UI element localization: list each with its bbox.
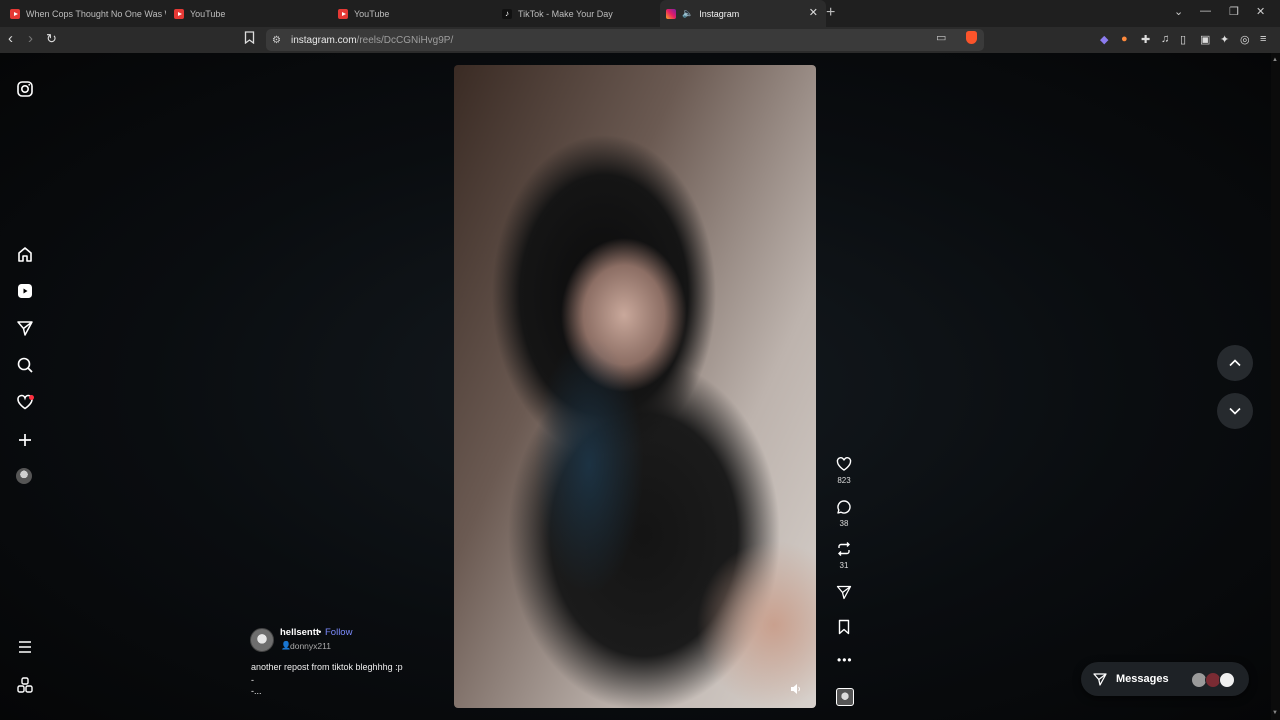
menu-icon[interactable]: ≡ [1260, 33, 1266, 45]
tab-title: When Cops Thought No One Was W [26, 8, 166, 19]
bookmark-icon[interactable] [244, 31, 255, 48]
like-heart-icon[interactable] [836, 456, 852, 472]
more-menu-icon[interactable] [16, 638, 34, 656]
author-avatar[interactable] [250, 628, 274, 652]
reel-caption: another repost from tiktok bleghhhg :p [251, 662, 403, 672]
notification-dot [29, 395, 34, 400]
instagram-icon [666, 8, 676, 19]
create-plus-icon[interactable] [16, 431, 34, 449]
direct-messages-icon[interactable] [16, 319, 34, 337]
messages-label: Messages [1116, 673, 1169, 685]
message-avatar [1219, 672, 1235, 688]
messages-button[interactable]: Messages [1081, 662, 1249, 696]
reel-video[interactable] [454, 65, 816, 708]
tab-title: TikTok - Make Your Day [518, 8, 613, 19]
home-icon[interactable] [16, 245, 34, 263]
wallet-icon[interactable]: ▣ [1200, 33, 1210, 46]
back-button[interactable]: ‹ [8, 31, 13, 47]
site-info-icon[interactable]: ⚙ [272, 35, 281, 46]
direct-messages-icon [1093, 673, 1107, 686]
tab-search-icon[interactable]: ⌄ [1174, 5, 1183, 18]
tab-youtube-2[interactable]: YouTube [332, 0, 488, 27]
tab-title: Instagram [699, 8, 740, 19]
youtube-icon [10, 8, 20, 19]
original-audio-thumbnail[interactable] [836, 688, 854, 706]
extension-icon-2[interactable]: ● [1121, 33, 1128, 45]
brave-shields-icon[interactable] [966, 31, 977, 44]
instagram-logo-icon[interactable] [16, 80, 34, 98]
leo-ai-icon[interactable]: ✦ [1220, 33, 1229, 46]
separator-dot: • [318, 627, 322, 638]
scroll-down-arrow-icon[interactable]: ▼ [1272, 710, 1278, 716]
repost-count: 31 [839, 561, 849, 570]
youtube-icon [174, 8, 184, 19]
url-text: instagram.com/reels/DcCGNiHvg9P/ [290, 34, 454, 46]
audio-toggle-icon[interactable] [790, 682, 802, 694]
speaker-icon[interactable]: 🔈 [682, 8, 693, 19]
comment-count: 38 [839, 519, 849, 528]
reel-caption-more[interactable]: -... [251, 686, 262, 696]
extensions-puzzle-icon[interactable]: ✚ [1141, 33, 1150, 46]
repost-icon[interactable] [836, 541, 852, 557]
close-window-button[interactable]: ✕ [1256, 5, 1265, 18]
extension-icon[interactable]: ◆ [1100, 33, 1108, 46]
share-icon[interactable] [836, 584, 852, 600]
address-bar[interactable]: ⚙ instagram.com/reels/DcCGNiHvg9P/ [266, 29, 984, 51]
cast-icon[interactable]: ▭ [936, 31, 946, 44]
forward-button[interactable]: › [28, 31, 33, 47]
like-count: 823 [837, 476, 851, 485]
tab-cops-video[interactable]: When Cops Thought No One Was W [4, 0, 166, 27]
page-scrollbar[interactable]: ▲ ▼ [1271, 53, 1280, 720]
chevron-up-icon [1229, 359, 1241, 367]
reels-icon[interactable] [16, 282, 34, 300]
tab-instagram[interactable]: 🔈 Instagram ✕ [660, 0, 826, 27]
reload-button[interactable]: ↻ [46, 31, 57, 47]
vpn-icon[interactable]: ◎ [1240, 33, 1250, 46]
chevron-down-icon [1229, 407, 1241, 415]
tab-youtube-1[interactable]: YouTube [168, 0, 324, 27]
follow-button[interactable]: Follow [325, 627, 352, 638]
audio-attribution[interactable]: donnyx211 [290, 641, 331, 651]
tab-strip: When Cops Thought No One Was W YouTube Y… [0, 0, 1280, 27]
scroll-up-arrow-icon[interactable]: ▲ [1272, 57, 1278, 63]
comment-icon[interactable] [836, 499, 852, 515]
profile-avatar[interactable] [16, 468, 32, 484]
reel-caption-line: - [251, 675, 254, 685]
close-tab-icon[interactable]: ✕ [809, 6, 818, 19]
previous-reel-button[interactable] [1217, 345, 1253, 381]
minimize-button[interactable]: — [1200, 5, 1211, 17]
tab-title: YouTube [190, 8, 226, 19]
tab-tiktok[interactable]: ♪ TikTok - Make Your Day [496, 0, 652, 27]
sidebar-icon[interactable]: ▯ [1180, 33, 1186, 46]
more-options-icon[interactable]: ••• [837, 653, 853, 667]
search-icon[interactable] [16, 356, 34, 374]
tab-title: YouTube [354, 8, 390, 19]
new-tab-button[interactable]: + [826, 4, 835, 22]
youtube-icon [338, 8, 348, 19]
browser-toolbar: ‹ › ↻ ⚙ instagram.com/reels/DcCGNiHvg9P/… [0, 27, 1280, 53]
also-from-meta-icon[interactable] [16, 676, 34, 694]
video-frame-detail [534, 335, 644, 595]
tiktok-icon: ♪ [502, 8, 512, 19]
author-username[interactable]: hellsentt [280, 627, 319, 638]
next-reel-button[interactable] [1217, 393, 1253, 429]
save-bookmark-icon[interactable] [836, 619, 852, 635]
media-icon[interactable]: ♫ [1161, 33, 1169, 45]
restore-button[interactable]: ❐ [1229, 5, 1239, 18]
